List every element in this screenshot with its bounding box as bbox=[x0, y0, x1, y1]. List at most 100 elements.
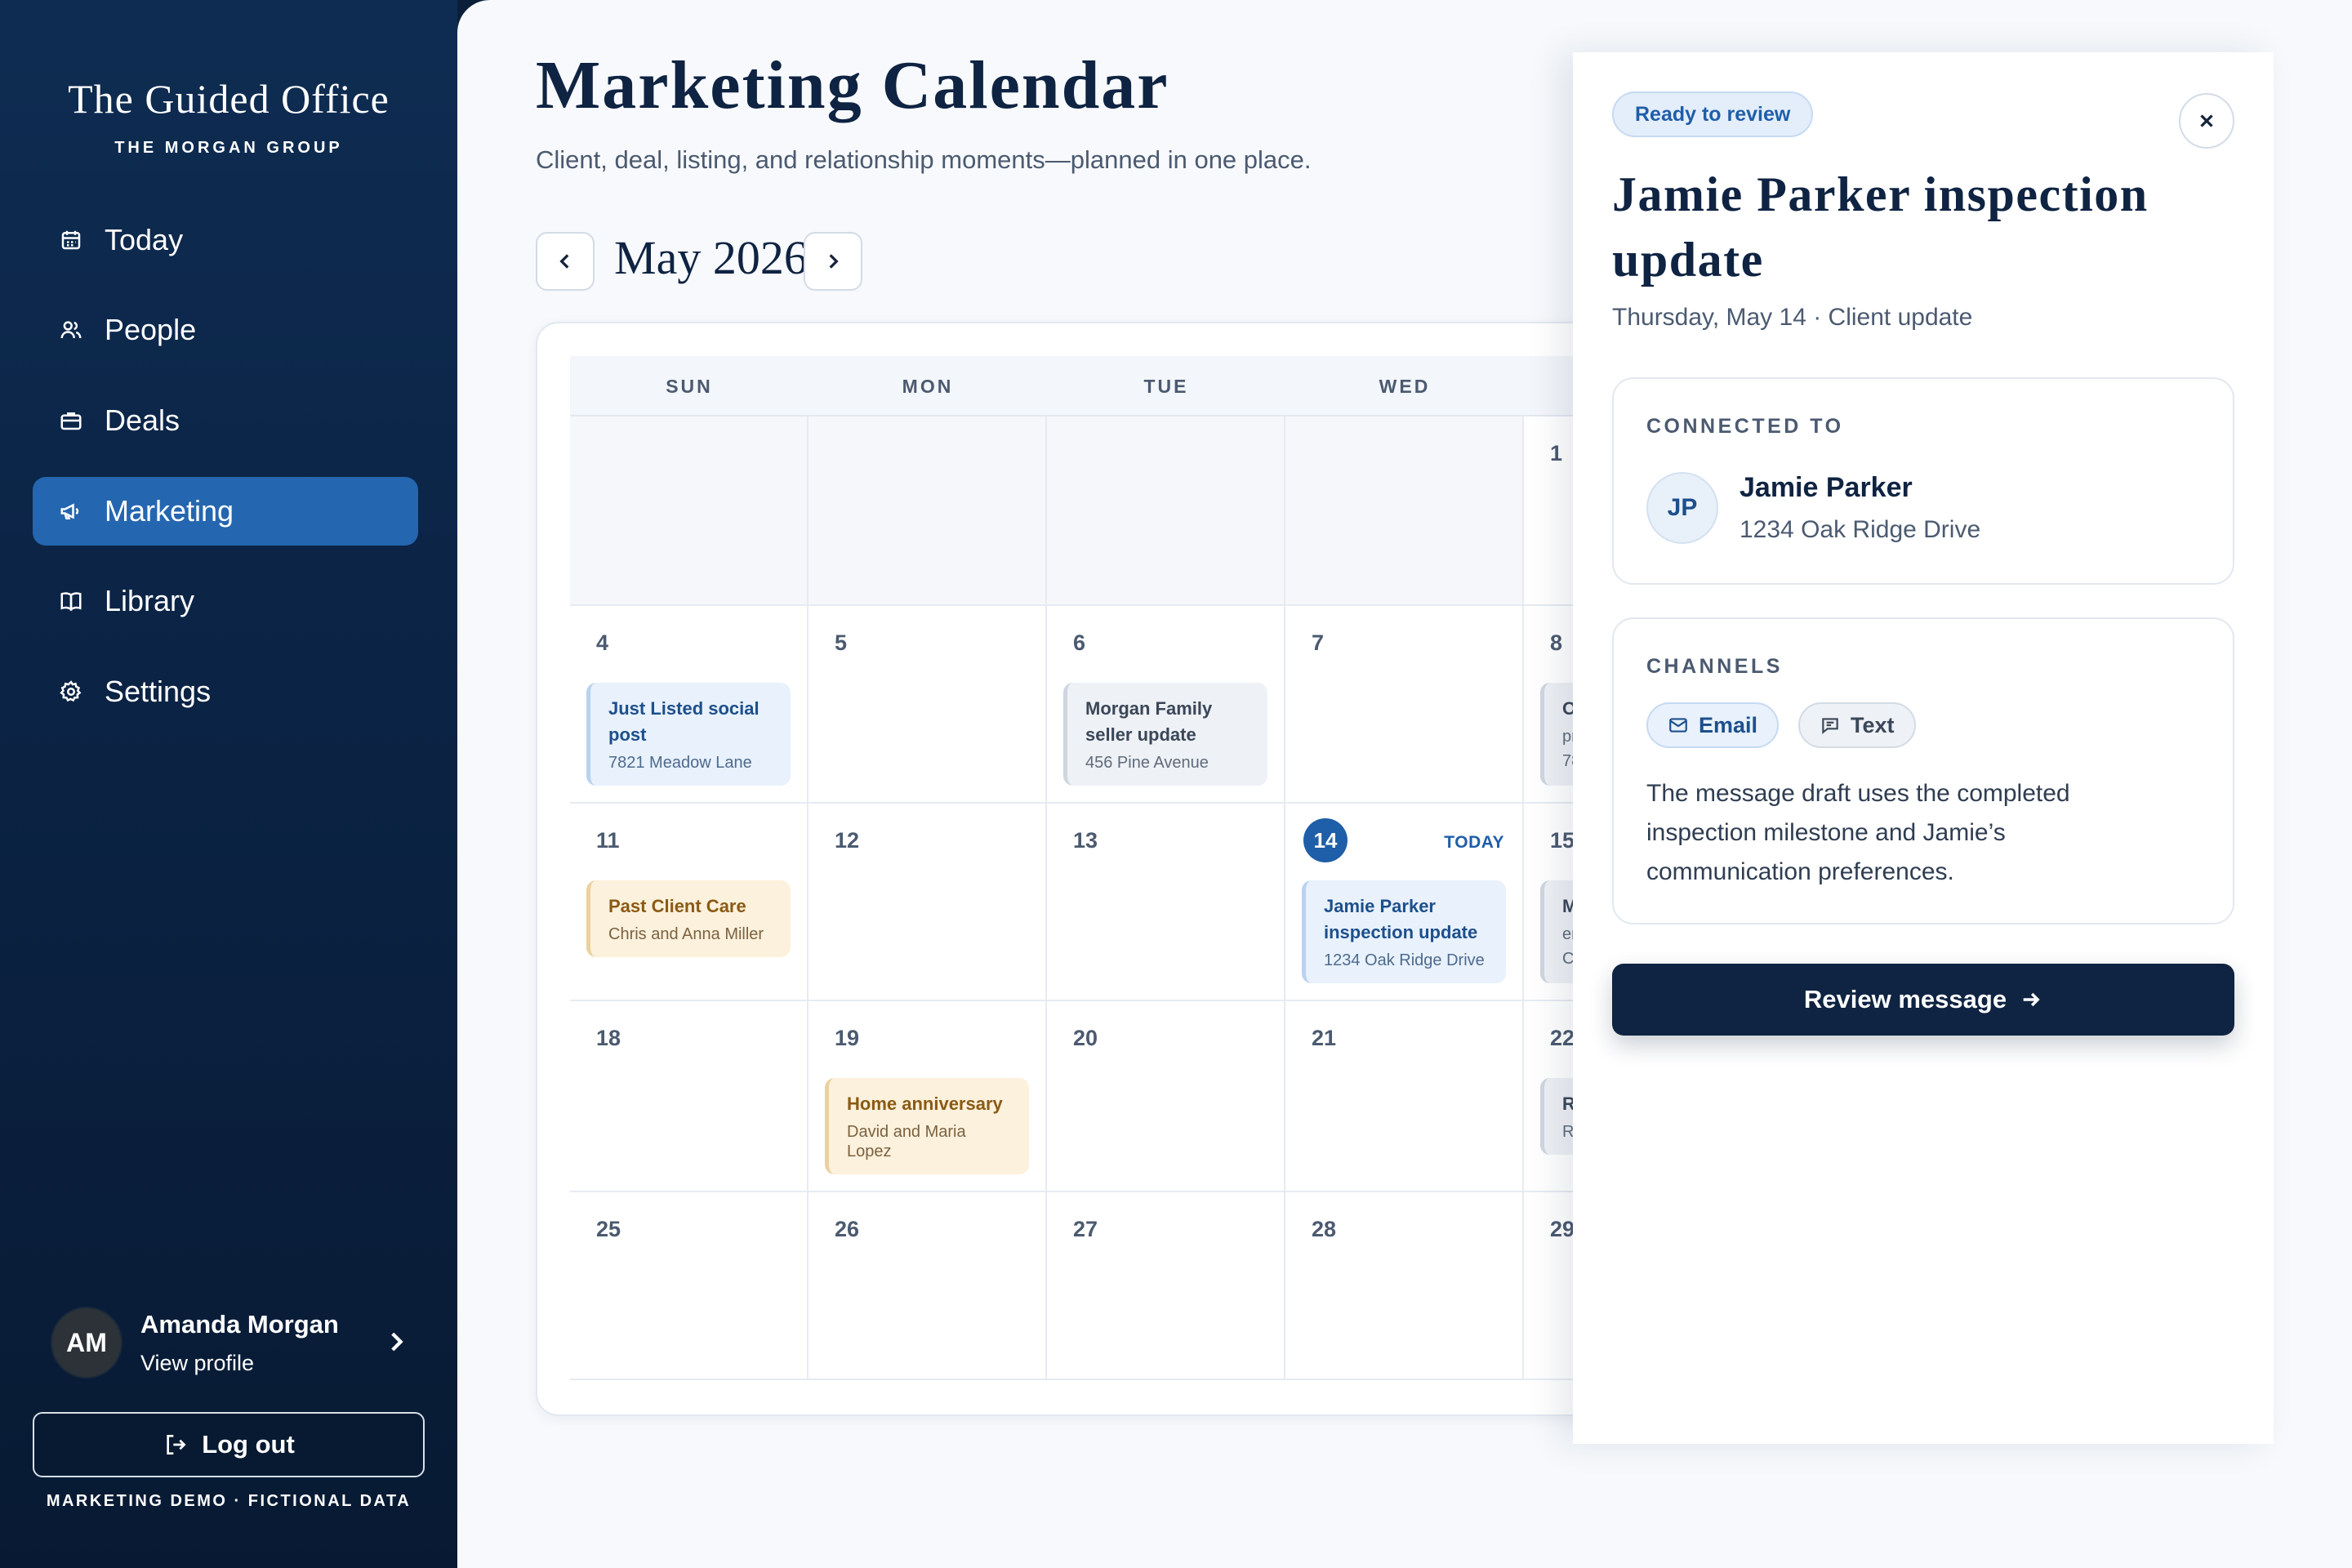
weekday-sun: SUN bbox=[666, 375, 713, 397]
calendar-day[interactable]: 19 Home anniversary David and Maria Lope… bbox=[808, 1001, 1047, 1192]
people-icon bbox=[57, 316, 85, 344]
contact-name[interactable]: Jamie Parker bbox=[1740, 472, 1913, 504]
profile-name: Amanda Morgan bbox=[140, 1309, 339, 1339]
book-icon bbox=[57, 587, 85, 615]
event-title: Morgan Family seller update bbox=[1085, 698, 1213, 745]
nav-item-deals[interactable]: Deals bbox=[33, 386, 418, 455]
event-detail-panel: Ready to review Jamie Parker inspection … bbox=[1573, 52, 2274, 1444]
megaphone-icon bbox=[57, 497, 85, 525]
arrow-right-icon bbox=[2023, 992, 2040, 1007]
calendar-day[interactable]: 12 bbox=[808, 804, 1047, 1001]
today-date-badge: 14 bbox=[1303, 818, 1348, 862]
close-icon bbox=[2200, 114, 2213, 127]
page-title: Marketing Calendar bbox=[536, 47, 1169, 123]
review-message-button[interactable]: Review message bbox=[1612, 964, 2234, 1036]
day-number: 25 bbox=[596, 1217, 621, 1241]
logout-icon bbox=[167, 1435, 186, 1454]
day-number: 21 bbox=[1312, 1026, 1337, 1050]
event-title: Past Client Care bbox=[608, 896, 746, 916]
event-title: Jamie Parker inspection update bbox=[1324, 896, 1478, 942]
calendar-day-today[interactable]: 14 TODAY Jamie Parker inspection update … bbox=[1285, 804, 1524, 1001]
calendar-day[interactable]: 20 bbox=[1047, 1001, 1285, 1192]
calendar-grid: 1 4 Just Listed social post 7821 Meadow … bbox=[570, 416, 1661, 1380]
nav-label: Today bbox=[105, 223, 184, 256]
nav-item-marketing[interactable]: Marketing bbox=[33, 477, 418, 546]
day-number: 19 bbox=[835, 1026, 860, 1050]
day-number: 28 bbox=[1312, 1217, 1337, 1241]
next-month-button[interactable] bbox=[804, 232, 862, 291]
avatar: AM bbox=[51, 1307, 122, 1379]
close-panel-button[interactable] bbox=[2179, 93, 2234, 149]
status-badge: Ready to review bbox=[1612, 91, 1814, 137]
brand-subtitle: THE MORGAN GROUP bbox=[114, 139, 343, 157]
nav-item-today[interactable]: Today bbox=[33, 206, 418, 274]
event-title: Just Listed social post bbox=[608, 698, 760, 745]
calendar-event-selected[interactable]: Jamie Parker inspection update 1234 Oak … bbox=[1302, 880, 1506, 983]
weekday-tue: TUE bbox=[1143, 375, 1189, 397]
contact-address: 1234 Oak Ridge Drive bbox=[1740, 516, 1981, 543]
nav-label: Library bbox=[105, 584, 195, 617]
nav-item-people[interactable]: People bbox=[33, 296, 418, 364]
calendar-day[interactable]: 6 Morgan Family seller update 456 Pine A… bbox=[1047, 606, 1285, 804]
channel-text-chip[interactable]: Text bbox=[1798, 702, 1916, 748]
day-number: 8 bbox=[1550, 630, 1563, 655]
prev-month-button[interactable] bbox=[536, 232, 595, 291]
calendar-day[interactable]: 26 bbox=[808, 1192, 1047, 1380]
event-subtitle: David and Maria Lopez bbox=[847, 1123, 966, 1160]
nav-label: People bbox=[105, 313, 197, 346]
chevron-right-icon bbox=[829, 254, 839, 269]
calendar-day[interactable]: 18 bbox=[570, 1001, 808, 1192]
calendar-event[interactable]: Morgan Family seller update 456 Pine Ave… bbox=[1063, 683, 1267, 786]
channels-label: CHANNELS bbox=[1646, 655, 1783, 678]
calendar-header: SUN MON TUE WED bbox=[570, 356, 1661, 416]
day-number: 20 bbox=[1073, 1026, 1098, 1050]
calendar-day[interactable]: 28 bbox=[1285, 1192, 1524, 1380]
calendar-event[interactable]: Home anniversary David and Maria Lopez bbox=[825, 1078, 1029, 1174]
day-number: 18 bbox=[596, 1026, 621, 1050]
channel-email-chip[interactable]: Email bbox=[1646, 702, 1780, 748]
day-number: 1 bbox=[1550, 441, 1563, 466]
avatar: JP bbox=[1646, 472, 1718, 544]
mail-icon bbox=[1669, 718, 1687, 733]
panel-title: Jamie Parker inspection update bbox=[1612, 167, 2149, 287]
chevron-left-icon bbox=[559, 254, 569, 269]
calendar-day[interactable]: 7 bbox=[1285, 606, 1524, 804]
event-subtitle: 7821 Meadow Lane bbox=[608, 754, 752, 772]
profile-text: Amanda Morgan View profile bbox=[140, 1310, 339, 1376]
calendar-event[interactable]: Just Listed social post 7821 Meadow Lane bbox=[586, 683, 791, 786]
demo-note: MARKETING DEMO · FICTIONAL DATA bbox=[46, 1492, 412, 1510]
calendar-day[interactable]: 21 bbox=[1285, 1001, 1524, 1192]
day-number: 12 bbox=[835, 828, 860, 853]
calendar-day[interactable]: 25 bbox=[570, 1192, 808, 1380]
calendar-day[interactable]: 11 Past Client Care Chris and Anna Mille… bbox=[570, 804, 808, 1001]
calendar-day-empty bbox=[808, 416, 1047, 606]
calendar-day[interactable]: 27 bbox=[1047, 1192, 1285, 1380]
channel-text-label: Text bbox=[1851, 712, 1895, 737]
profile-link[interactable]: AM Amanda Morgan View profile bbox=[51, 1305, 418, 1380]
calendar-day[interactable]: 4 Just Listed social post 7821 Meadow La… bbox=[570, 606, 808, 804]
calendar-event[interactable]: Past Client Care Chris and Anna Miller bbox=[586, 880, 791, 957]
calendar-day[interactable]: 13 bbox=[1047, 804, 1285, 1001]
nav-item-settings[interactable]: Settings bbox=[33, 657, 418, 726]
day-number: 4 bbox=[596, 630, 609, 655]
day-number: 26 bbox=[835, 1217, 860, 1241]
day-number: 27 bbox=[1073, 1217, 1098, 1241]
calendar-day-empty bbox=[570, 416, 808, 606]
logout-label: Log out bbox=[202, 1430, 295, 1459]
weekday-wed: WED bbox=[1379, 375, 1431, 397]
event-subtitle: 456 Pine Avenue bbox=[1085, 754, 1209, 772]
event-subtitle: Chris and Anna Miller bbox=[608, 925, 764, 943]
calendar: SUN MON TUE WED 1 4 Just Listed social p… bbox=[536, 322, 1663, 1416]
calendar-day[interactable]: 5 bbox=[808, 606, 1047, 804]
page-subtitle: Client, deal, listing, and relationship … bbox=[536, 145, 1312, 174]
review-message-label: Review message bbox=[1803, 985, 2007, 1013]
weekday-mon: MON bbox=[902, 375, 954, 397]
panel-meta: Thursday, May 14 · Client update bbox=[1612, 304, 1973, 331]
event-title: Home anniversary bbox=[847, 1094, 1003, 1114]
nav-label: Marketing bbox=[105, 494, 234, 528]
nav-label: Settings bbox=[105, 675, 212, 708]
view-profile-label: View profile bbox=[140, 1350, 255, 1375]
nav-item-library[interactable]: Library bbox=[33, 567, 418, 635]
sidebar: The Guided Office THE MORGAN GROUP Today… bbox=[0, 0, 457, 1568]
logout-button[interactable]: Log out bbox=[33, 1412, 425, 1477]
